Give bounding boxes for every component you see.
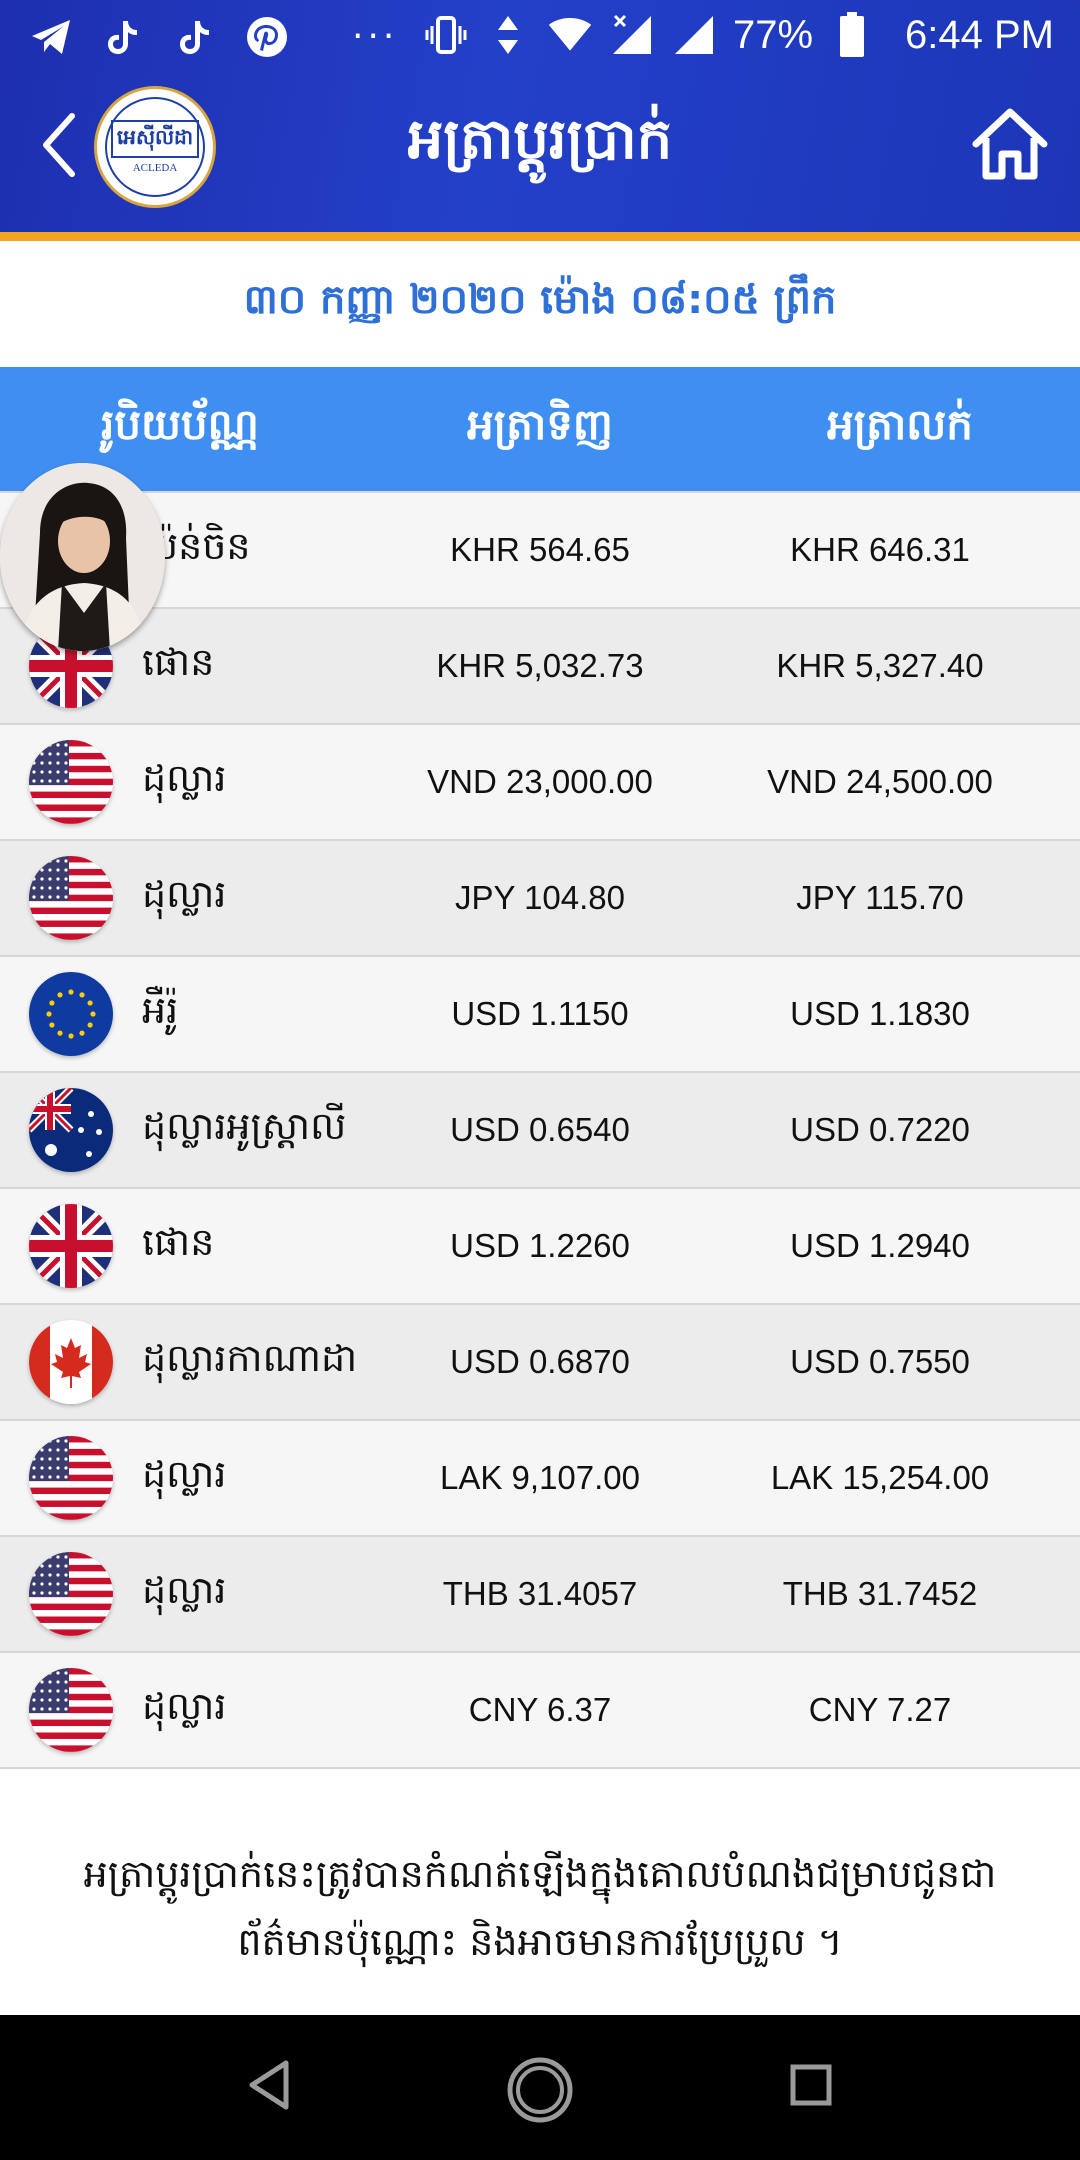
tiktok-icon — [100, 14, 146, 60]
currency-name: ដុល្លារអូស្ត្រាលី — [142, 1104, 347, 1148]
nav-back-button[interactable] — [244, 2057, 294, 2113]
rates-table[interactable]: KHR 0.2693KHR 0.4814យ៉ន់ចិនKHR 564.65KHR… — [0, 430, 1080, 1825]
sell-rate: KHR 646.31 — [790, 531, 970, 568]
pinterest-icon — [244, 14, 290, 60]
currency-name: អឺរ៉ូ — [142, 988, 179, 1032]
signal-icon — [671, 12, 717, 58]
buy-rate: LAK 9,107.00 — [440, 1459, 640, 1496]
eu-flag-icon — [29, 972, 113, 1056]
uk-flag-icon — [29, 1204, 113, 1288]
us-flag-icon — [29, 1668, 113, 1752]
currency-name: ដុល្លារ — [142, 1452, 227, 1496]
sell-rate: KHR 5,327.40 — [776, 647, 984, 684]
rate-row[interactable]: ដុល្លារ VND 23,000.00 VND 24,500.00 — [0, 725, 1080, 841]
sell-rate: USD 0.7550 — [790, 1343, 970, 1380]
buy-rate: KHR 564.65 — [450, 531, 630, 568]
acleda-logo: អេស៊ីលីដា ACLEDA — [94, 86, 216, 208]
australia-flag-icon — [29, 1088, 113, 1172]
column-header-currency: រូបិយប័ណ្ណ — [101, 400, 259, 449]
signal-icon — [609, 12, 655, 58]
logo-text-kh: អេស៊ីលីដា — [110, 120, 200, 158]
rate-row[interactable]: ផោន USD 1.2260 USD 1.2940 — [0, 1189, 1080, 1305]
tiktok-icon — [172, 14, 218, 60]
sell-rate: USD 1.2940 — [790, 1227, 970, 1264]
rate-row[interactable]: ដុល្លារ LAK 9,107.00 LAK 15,254.00 — [0, 1421, 1080, 1537]
status-bar: ··· 77% 6:44 PM — [0, 0, 1080, 74]
floating-avatar[interactable] — [0, 463, 165, 651]
buy-rate: USD 0.6870 — [450, 1343, 630, 1380]
buy-rate: KHR 5,032.73 — [436, 647, 644, 684]
sell-rate: CNY 7.27 — [808, 1691, 952, 1728]
table-header: រូបិយប័ណ្ណ អត្រាទិញ អត្រាលក់ — [0, 367, 1080, 491]
canada-flag-icon — [29, 1320, 113, 1404]
us-flag-icon — [29, 1552, 113, 1636]
us-flag-icon — [29, 740, 113, 824]
buy-rate: USD 1.2260 — [450, 1227, 630, 1264]
sell-rate: VND 24,500.00 — [767, 763, 993, 800]
us-flag-icon — [29, 856, 113, 940]
nav-home-button[interactable] — [505, 2055, 575, 2125]
rate-row[interactable]: ដុល្លារកាណាដា USD 0.6870 USD 0.7550 — [0, 1305, 1080, 1421]
buy-rate: THB 31.4057 — [442, 1575, 638, 1612]
nav-home-icon — [507, 2057, 573, 2123]
us-flag-icon — [29, 1436, 113, 1520]
currency-name: ដុល្លារ — [142, 756, 227, 800]
home-button[interactable] — [970, 106, 1050, 182]
data-arrows-icon — [485, 12, 531, 58]
currency-name: ដុល្លារ — [142, 1568, 227, 1612]
home-icon — [972, 108, 1048, 180]
page-title: អត្រាប្ដូរប្រាក់ — [407, 107, 673, 172]
battery-icon — [829, 12, 875, 58]
battery-percent: 77% — [732, 12, 814, 57]
buy-rate: JPY 104.80 — [454, 879, 626, 916]
wifi-icon — [547, 12, 593, 58]
screen: ··· 77% 6:44 PM អេស៊ីលីដា ACLEDA អត្រាប្… — [0, 0, 1080, 2160]
nav-back-icon — [249, 2060, 289, 2110]
back-button[interactable] — [36, 110, 86, 180]
chevron-left-icon — [43, 113, 75, 177]
rate-row[interactable]: ផោន KHR 5,032.73 KHR 5,327.40 — [0, 609, 1080, 725]
buy-rate: VND 23,000.00 — [427, 763, 653, 800]
sell-rate: JPY 115.70 — [796, 879, 964, 916]
telegram-icon — [28, 14, 74, 60]
currency-name: ដុល្លារ — [142, 872, 227, 916]
sell-rate: LAK 15,254.00 — [770, 1459, 990, 1496]
column-header-sell: អត្រាលក់ — [827, 400, 973, 449]
rate-row[interactable]: ដុល្លារ THB 31.4057 THB 31.7452 — [0, 1537, 1080, 1653]
header-divider — [0, 232, 1080, 241]
disclaimer-line-2: ព័ត៌មានប៉ុណ្ណោះ និងអាចមានការប្រែប្រួល ។ — [237, 1920, 843, 1964]
column-header-buy: អត្រាទិញ — [467, 400, 613, 449]
currency-name: ផោន — [142, 640, 215, 684]
rate-row[interactable]: ដុល្លារ CNY 6.37 CNY 7.27 — [0, 1653, 1080, 1769]
nav-recent-icon — [790, 2064, 832, 2106]
rate-row[interactable]: អឺរ៉ូ USD 1.1150 USD 1.1830 — [0, 957, 1080, 1073]
sell-rate: USD 0.7220 — [790, 1111, 970, 1148]
vibrate-icon — [423, 12, 469, 58]
more-notifications: ··· — [352, 16, 399, 57]
rate-row[interactable]: ដុល្លារ JPY 104.80 JPY 115.70 — [0, 841, 1080, 957]
buy-rate: USD 1.1150 — [451, 995, 629, 1032]
nav-recent-button[interactable] — [787, 2061, 835, 2109]
disclaimer-note: អត្រាប្ដូរប្រាក់នេះត្រូវបានកំណត់ឡើងក្នុង… — [40, 1840, 1040, 1976]
rate-date: ៣០ កញ្ញា ២០២០ ម៉ោង ០៨:០៥ ព្រឹក — [243, 277, 837, 323]
currency-name: ដុល្លារ — [142, 1684, 227, 1728]
currency-name: ដុល្លារកាណាដា — [142, 1336, 358, 1380]
clock: 6:44 PM — [905, 12, 1054, 57]
currency-name: ផោន — [142, 1220, 215, 1264]
logo-text-en: ACLEDA — [132, 162, 178, 174]
system-nav-bar — [0, 2015, 1080, 2160]
sell-rate: THB 31.7452 — [782, 1575, 978, 1612]
buy-rate: USD 0.6540 — [450, 1111, 630, 1148]
buy-rate: CNY 6.37 — [468, 1691, 612, 1728]
disclaimer-line-1: អត្រាប្ដូរប្រាក់នេះត្រូវបានកំណត់ឡើងក្នុង… — [83, 1852, 997, 1896]
sell-rate: USD 1.1830 — [790, 995, 970, 1032]
rate-row[interactable]: ដុល្លារអូស្ត្រាលី USD 0.6540 USD 0.7220 — [0, 1073, 1080, 1189]
